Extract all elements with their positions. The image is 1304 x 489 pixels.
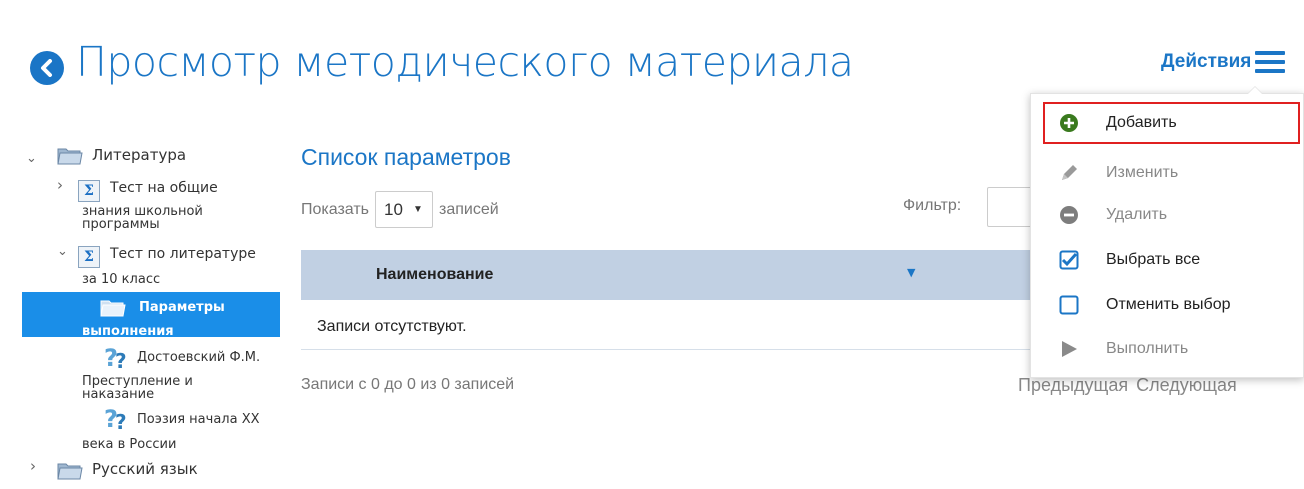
menu-item-add[interactable]: Добавить bbox=[1043, 102, 1300, 144]
svg-text:?: ? bbox=[115, 349, 127, 370]
menu-item-label: Изменить bbox=[1106, 164, 1179, 181]
hamburger-icon bbox=[1255, 51, 1286, 73]
actions-menu-button[interactable]: Действия bbox=[1161, 51, 1286, 73]
sort-desc-icon: ▼ bbox=[907, 266, 916, 279]
chevron-down-icon: ⌄ bbox=[26, 151, 37, 166]
chevron-right-icon[interactable]: › bbox=[30, 457, 36, 475]
pagination: Предыдущая Следующая bbox=[1018, 375, 1245, 396]
menu-item-label: Удалить bbox=[1106, 206, 1168, 223]
tree-item-params-rest: выполнения bbox=[82, 324, 174, 339]
folder-icon bbox=[100, 300, 126, 317]
folder-icon bbox=[57, 463, 83, 480]
menu-item-label: Выбрать все bbox=[1106, 251, 1201, 268]
tree-item-dostoevsky-rest: Преступление и наказание bbox=[82, 374, 193, 402]
sigma-test-icon: Σ bbox=[78, 246, 100, 268]
page-size-select[interactable]: 10 ▼ bbox=[375, 191, 434, 228]
row-divider bbox=[301, 349, 1061, 350]
next-page-button[interactable]: Следующая bbox=[1136, 375, 1237, 395]
show-prefix: Показать bbox=[301, 200, 370, 218]
pencil-icon bbox=[1057, 161, 1081, 185]
filter-label: Фильтр: bbox=[903, 197, 962, 214]
tree-toggle[interactable]: ⌄ bbox=[26, 147, 37, 166]
chevron-left-icon bbox=[41, 59, 52, 77]
chevron-right-icon[interactable]: › bbox=[57, 176, 63, 194]
question-quiz-icon: ? ? bbox=[104, 344, 127, 370]
checked-box-icon bbox=[1057, 248, 1081, 272]
actions-dropdown: Добавить Изменить Удалить Выбрать все От… bbox=[1030, 86, 1304, 378]
menu-item-execute[interactable]: Выполнить bbox=[1031, 328, 1303, 370]
play-icon bbox=[1057, 337, 1081, 361]
menu-item-select-all[interactable]: Выбрать все bbox=[1031, 239, 1303, 281]
tree-item-dostoevsky[interactable]: Достоевский Ф.М. bbox=[137, 350, 260, 365]
page-size-value: 10 bbox=[384, 199, 403, 219]
tree-item-params[interactable]: Параметры bbox=[139, 300, 225, 315]
tree-item-poetry[interactable]: Поэзия начала XX bbox=[137, 412, 260, 427]
tree-item-literatura[interactable]: Литература bbox=[92, 146, 186, 164]
chevron-down-icon[interactable]: ⌄ bbox=[57, 244, 68, 259]
menu-item-label: Выполнить bbox=[1106, 340, 1189, 357]
page-title: Просмотр методического материала bbox=[76, 38, 854, 86]
menu-item-label: Добавить bbox=[1106, 114, 1177, 131]
page: Просмотр методического материала Действи… bbox=[0, 0, 1304, 489]
folder-icon bbox=[57, 148, 83, 165]
page-size-control: Показать 10 ▼ записей bbox=[301, 191, 499, 228]
table-header: Наименование ▼ К bbox=[301, 250, 1061, 300]
svg-text:?: ? bbox=[115, 410, 127, 431]
sigma-test-icon: Σ bbox=[78, 180, 100, 202]
list-title: Список параметров bbox=[301, 144, 511, 170]
menu-item-deselect[interactable]: Отменить выбор bbox=[1031, 284, 1303, 326]
column-header-name[interactable]: Наименование bbox=[376, 266, 493, 284]
tree-item-test-literature-rest: за 10 класс bbox=[82, 272, 161, 287]
tree-item-test-literature[interactable]: Тест по литературе bbox=[110, 246, 256, 262]
caret-down-icon: ▼ bbox=[412, 204, 423, 215]
question-quiz-icon: ? ? bbox=[104, 405, 127, 431]
actions-label: Действия bbox=[1161, 51, 1252, 72]
empty-box-icon bbox=[1057, 293, 1081, 317]
menu-item-label: Отменить выбор bbox=[1106, 296, 1231, 313]
prev-page-button[interactable]: Предыдущая bbox=[1018, 375, 1128, 395]
minus-circle-icon bbox=[1057, 203, 1081, 227]
tree-item-test-general[interactable]: Тест на общие bbox=[110, 180, 218, 196]
back-button[interactable] bbox=[30, 51, 64, 85]
tree-item-poetry-rest: века в России bbox=[82, 437, 177, 452]
menu-item-delete[interactable]: Удалить bbox=[1031, 194, 1303, 236]
show-suffix: записей bbox=[439, 200, 499, 218]
tree-item-russian[interactable]: Русский язык bbox=[92, 460, 198, 478]
records-info: Записи с 0 до 0 из 0 записей bbox=[301, 376, 515, 393]
empty-table-message: Записи отсутствуют. bbox=[317, 318, 467, 335]
tree-item-test-general-rest: знания школьной программы bbox=[82, 204, 203, 232]
plus-circle-icon bbox=[1057, 111, 1081, 135]
menu-item-edit[interactable]: Изменить bbox=[1031, 152, 1303, 194]
